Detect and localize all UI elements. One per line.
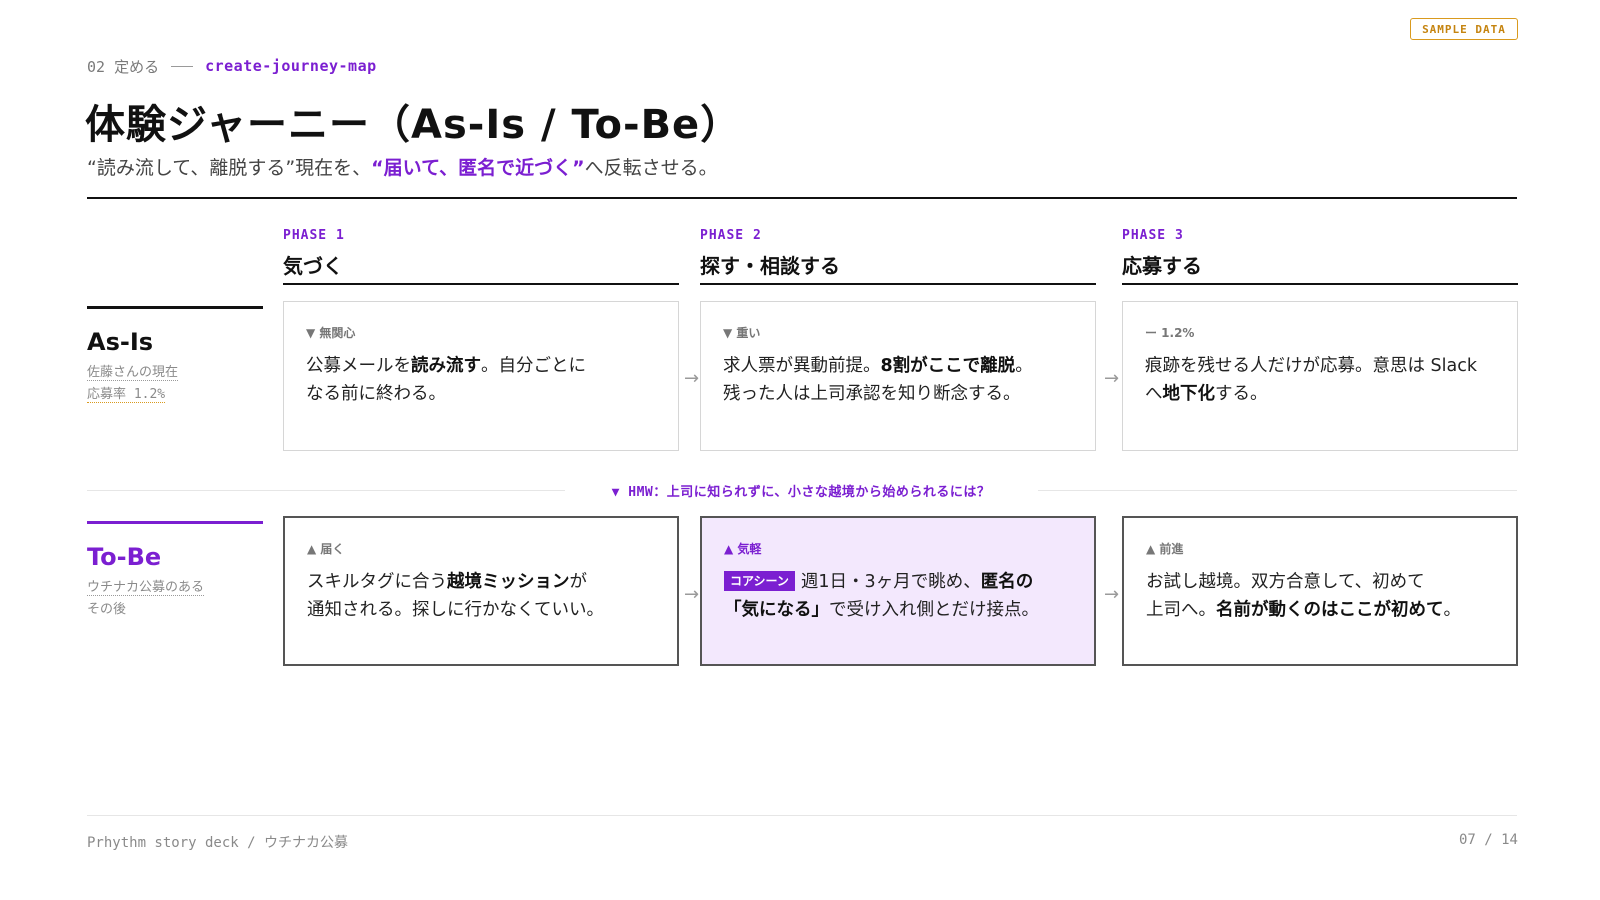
tobe-row-title: To-Be xyxy=(87,543,162,571)
tobe-card-phase-3: ▲ 前進 お試し越境。双方合意して、初めて 上司へ。名前が動くのはここが初めて。 xyxy=(1122,516,1518,666)
breadcrumb-step: 02 定める xyxy=(87,57,160,76)
flow-arrow-icon: → xyxy=(684,584,700,605)
asis-apply-rate: 応募率 1.2% xyxy=(87,387,166,403)
breadcrumb: 02 定める create-journey-map xyxy=(87,56,377,76)
card-text: 上司へ。 xyxy=(1146,600,1216,620)
phase-3-name: 応募する xyxy=(1122,254,1202,278)
phase-2-label: PHASE 2 xyxy=(700,228,762,243)
card-text: 。自分ごとに xyxy=(481,356,586,376)
asis-card-phase-1: ▼ 無関心 公募メールを読み流す。自分ごとに なる前に終わる。 xyxy=(283,301,679,451)
card-emphasis: 越境ミッション xyxy=(447,572,570,592)
subtitle-part2: へ反転させる。 xyxy=(584,157,718,179)
subtitle-highlight: “届いて、匿名で近づく” xyxy=(371,157,585,179)
card-text: 週1日・3ヶ月で眺め、 xyxy=(800,572,981,592)
breadcrumb-divider xyxy=(171,65,194,67)
phase-1-label: PHASE 1 xyxy=(283,228,345,243)
card-text: が xyxy=(569,572,588,592)
card-text: 残った人は上司承認を知り断念する。 xyxy=(723,384,1021,404)
card-body: スキルタグに合う越境ミッションが 通知される。探しに行かなくていい。 xyxy=(307,568,655,624)
flow-arrow-icon: → xyxy=(684,368,700,389)
breadcrumb-command: create-journey-map xyxy=(205,57,377,75)
card-body: お試し越境。双方合意して、初めて 上司へ。名前が動くのはここが初めて。 xyxy=(1146,568,1494,624)
card-text: 痕跡を残せる人だけが応募。意思は Slack xyxy=(1145,356,1478,376)
card-emphasis: 「気になる」 xyxy=(724,600,829,620)
card-text: へ xyxy=(1145,384,1163,404)
page-number: 07 / 14 xyxy=(1458,832,1518,848)
asis-card-phase-3: ー 1.2% 痕跡を残せる人だけが応募。意思は Slack へ地下化する。 xyxy=(1122,301,1518,451)
card-body: 求人票が異動前提。8割がここで離脱。 残った人は上司承認を知り断念する。 xyxy=(723,352,1073,408)
card-text: 。 xyxy=(1015,356,1033,376)
card-text: 公募メールを xyxy=(306,356,411,376)
page-subtitle: “読み流して、離脱する”現在を、“届いて、匿名で近づく”へ反転させる。 xyxy=(87,153,718,180)
hmw-question: ▼ HMW：上司に知られずに、小さな越境から始められるには？ xyxy=(611,485,991,500)
card-tag: ▼ 無関心 xyxy=(306,326,356,340)
card-text: 。 xyxy=(1443,600,1462,620)
card-tag: ▲ 気軽 xyxy=(724,542,762,556)
card-tag: ▲ 前進 xyxy=(1146,542,1184,556)
page-title: 体験ジャーニー（As-Is / To-Be） xyxy=(85,102,742,148)
card-text: する。 xyxy=(1215,384,1268,404)
card-text: お試し越境。双方合意して、初めて xyxy=(1146,572,1425,592)
card-body: 痕跡を残せる人だけが応募。意思は Slack へ地下化する。 xyxy=(1145,352,1495,408)
card-emphasis: 名前が動くのはここが初めて xyxy=(1216,600,1444,620)
card-emphasis: 読み流す xyxy=(411,356,481,376)
tobe-card-phase-2-core-scene: ▲ 気軽 コアシーン 週1日・3ヶ月で眺め、匿名の 「気になる」で受け入れ側とだけ… xyxy=(700,516,1096,666)
card-emphasis: 匿名の xyxy=(980,572,1034,592)
card-text: スキルタグに合う xyxy=(307,572,447,592)
tobe-row-rule xyxy=(87,521,263,524)
phase-3-label: PHASE 3 xyxy=(1122,228,1184,243)
tobe-card-phase-1: ▲ 届く スキルタグに合う越境ミッションが 通知される。探しに行かなくていい。 xyxy=(283,516,679,666)
subtitle-part1: “読み流して、離脱する”現在を、 xyxy=(87,157,372,179)
card-text: 求人票が異動前提。 xyxy=(723,356,881,376)
asis-card-phase-2: ▼ 重い 求人票が異動前提。8割がここで離脱。 残った人は上司承認を知り断念する… xyxy=(700,301,1096,451)
card-text: で受け入れ側とだけ接点。 xyxy=(829,600,1039,620)
card-tag: ▼ 重い xyxy=(723,326,761,340)
card-body: 公募メールを読み流す。自分ごとに なる前に終わる。 xyxy=(306,352,656,408)
asis-row-title: As-Is xyxy=(87,328,154,356)
asis-row-subtitle: 佐藤さんの現在 応募率 1.2% xyxy=(87,362,179,406)
hmw-divider-right xyxy=(1038,490,1517,491)
card-tag: ー 1.2% xyxy=(1145,326,1195,340)
card-emphasis: 8割がここで離脱 xyxy=(880,356,1016,376)
tobe-context: ウチナカ公募のある xyxy=(87,580,205,596)
phase-3-underline xyxy=(1122,283,1518,285)
sample-data-badge: SAMPLE DATA xyxy=(1410,18,1518,40)
card-tag: ▲ 届く xyxy=(307,542,345,556)
phase-2-underline xyxy=(700,283,1096,285)
header-rule xyxy=(87,197,1517,199)
phase-1-underline xyxy=(283,283,679,285)
phase-2-name: 探す・相談する xyxy=(700,254,840,278)
footer-deck-title: Prhythm story deck / ウチナカ公募 xyxy=(87,835,349,851)
footer-rule xyxy=(87,815,1517,816)
card-text: 通知される。探しに行かなくていい。 xyxy=(307,600,604,620)
asis-persona: 佐藤さんの現在 xyxy=(87,365,179,381)
flow-arrow-icon: → xyxy=(1104,368,1120,389)
card-body: コアシーン 週1日・3ヶ月で眺め、匿名の 「気になる」で受け入れ側とだけ接点。 xyxy=(724,568,1072,624)
core-scene-badge: コアシーン xyxy=(724,571,795,591)
tobe-context-after: その後 xyxy=(87,602,127,617)
tobe-row-subtitle: ウチナカ公募のある その後 xyxy=(87,577,205,621)
card-text: なる前に終わる。 xyxy=(306,384,446,404)
hmw-divider-left xyxy=(87,490,565,491)
asis-row-rule xyxy=(87,306,263,309)
card-emphasis: 地下化 xyxy=(1162,384,1216,404)
flow-arrow-icon: → xyxy=(1104,584,1120,605)
phase-1-name: 気づく xyxy=(283,254,343,278)
